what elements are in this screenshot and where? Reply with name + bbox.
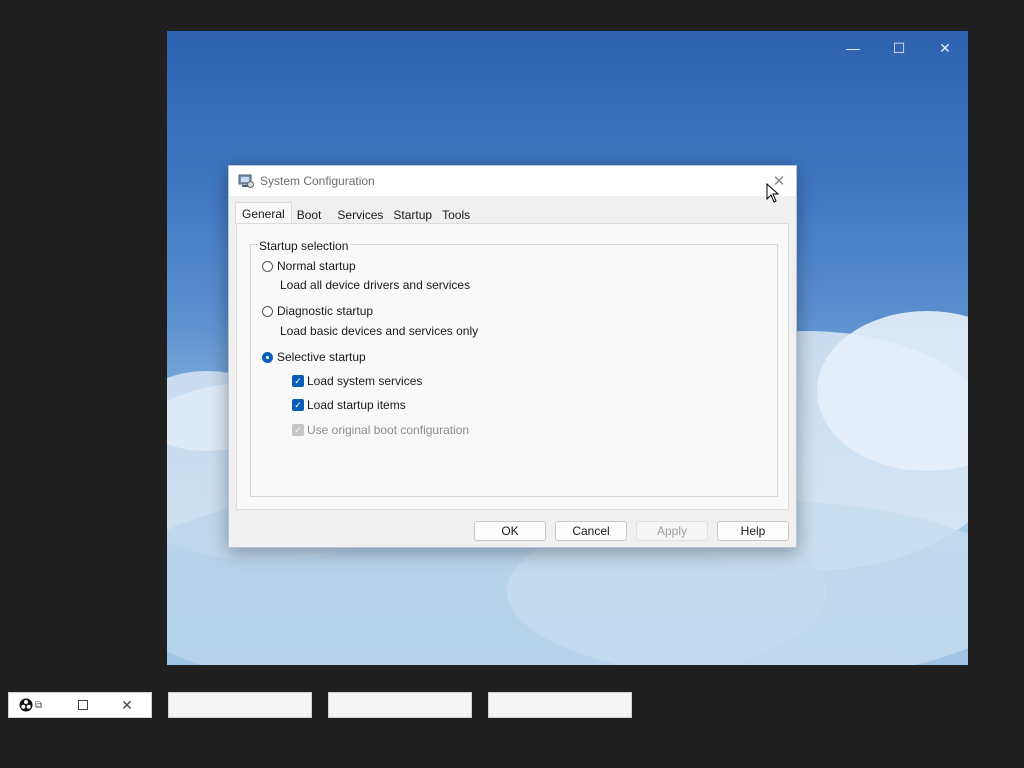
- ok-button[interactable]: OK: [474, 521, 546, 541]
- diagnostic-startup-option[interactable]: Diagnostic startup: [262, 304, 373, 318]
- general-tab-panel: Startup selection Normal startup Load al…: [236, 223, 789, 510]
- diagnostic-startup-label: Diagnostic startup: [277, 304, 374, 318]
- tab-boot[interactable]: Boot: [292, 205, 327, 224]
- taskbar-thumbnail-3[interactable]: [328, 692, 472, 718]
- dialog-title: System Configuration: [260, 174, 375, 188]
- dialog-titlebar[interactable]: System Configuration ✕: [229, 166, 796, 203]
- tab-tools[interactable]: Tools: [437, 205, 475, 224]
- apply-button: Apply: [636, 521, 708, 541]
- diagnostic-startup-radio[interactable]: [262, 305, 273, 317]
- selective-startup-label: Selective startup: [277, 350, 366, 364]
- tab-general[interactable]: General: [235, 202, 292, 224]
- taskbar-thumbnail-2[interactable]: [168, 692, 312, 718]
- window-controls: — ☐ ✕: [830, 31, 968, 65]
- group-title: Startup selection: [257, 239, 351, 253]
- tab-startup[interactable]: Startup: [388, 205, 437, 224]
- help-button[interactable]: Help: [717, 521, 789, 541]
- taskbar-thumbnail-4[interactable]: [488, 692, 632, 718]
- normal-startup-radio[interactable]: [262, 260, 273, 272]
- diagnostic-startup-description: Load basic devices and services only: [280, 324, 479, 338]
- minimize-button[interactable]: —: [830, 31, 876, 65]
- close-icon[interactable]: ✕: [121, 697, 133, 714]
- load-system-services-checkbox[interactable]: ✓: [292, 375, 304, 387]
- normal-startup-option[interactable]: Normal startup: [262, 259, 356, 273]
- close-button[interactable]: ✕: [922, 31, 968, 65]
- load-startup-items-label: Load startup items: [307, 398, 406, 412]
- maximize-icon[interactable]: [78, 700, 89, 710]
- taskbar-thumbnail-1[interactable]: ⧉ ✕: [8, 692, 152, 718]
- normal-startup-label: Normal startup: [277, 259, 356, 273]
- tab-services[interactable]: Services: [332, 205, 388, 224]
- load-startup-items-checkbox[interactable]: ✓: [292, 399, 304, 411]
- selective-startup-option[interactable]: Selective startup: [262, 350, 366, 364]
- cancel-button[interactable]: Cancel: [555, 521, 627, 541]
- system-configuration-dialog: System Configuration ✕ General Boot Serv…: [228, 165, 797, 548]
- load-system-services-label: Load system services: [307, 374, 423, 388]
- use-original-boot-checkbox: ✓: [292, 424, 304, 436]
- load-startup-items-option[interactable]: ✓ Load startup items: [292, 398, 406, 412]
- msconfig-icon: [238, 174, 254, 188]
- tab-strip: General Boot Services Startup Tools: [235, 202, 475, 224]
- maximize-button[interactable]: ☐: [876, 31, 922, 65]
- restore-icon[interactable]: ⧉: [35, 700, 42, 711]
- load-system-services-option[interactable]: ✓ Load system services: [292, 374, 422, 388]
- normal-startup-description: Load all device drivers and services: [280, 278, 471, 292]
- use-original-boot-label: Use original boot configuration: [307, 423, 470, 437]
- obs-icon: [19, 698, 33, 712]
- mouse-cursor-icon: [766, 183, 780, 203]
- use-original-boot-option: ✓ Use original boot configuration: [292, 423, 469, 437]
- selective-startup-radio[interactable]: [262, 351, 273, 363]
